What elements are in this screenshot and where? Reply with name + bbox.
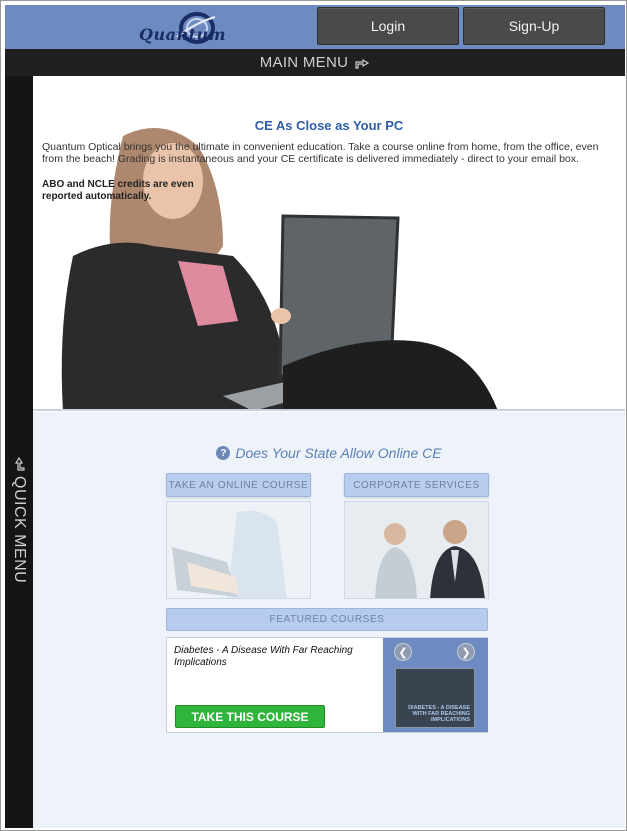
hand-pointer-icon: [355, 58, 370, 69]
tablet-photo: [167, 502, 310, 598]
chevron-right-icon[interactable]: ❯: [457, 643, 475, 661]
hero-body-text: Quantum Optical brings you the ultimate …: [42, 141, 599, 165]
quick-menu-toggle[interactable]: QUICK MENU: [9, 456, 29, 586]
quantum-logo[interactable]: Quantum: [135, 11, 227, 45]
chevron-left-icon[interactable]: ❮: [394, 643, 412, 661]
corporate-services-button[interactable]: CORPORATE SERVICES: [344, 473, 489, 497]
hero-title: CE As Close as Your PC: [254, 118, 404, 133]
state-allow-link[interactable]: ? Does Your State Allow Online CE: [33, 445, 625, 461]
page: Quantum Login Sign-Up MAIN MENU QUICK ME…: [0, 0, 627, 831]
corporate-services-image[interactable]: [344, 501, 489, 599]
signup-button[interactable]: Sign-Up: [463, 7, 605, 45]
featured-course-title[interactable]: Diabetes - A Disease With Far Reaching I…: [174, 645, 374, 669]
hero-credits-note: ABO and NCLE credits are even reported a…: [42, 179, 194, 202]
course-thumbnail-text: DIABETES - A DISEASE WITH FAR REACHING I…: [408, 705, 470, 723]
login-button[interactable]: Login: [317, 7, 459, 45]
featured-courses-header: FEATURED COURSES: [166, 608, 488, 631]
featured-carousel: ❮ ❯ DIABETES - A DISEASE WITH FAR REACHI…: [383, 638, 488, 732]
site-header: Quantum Login Sign-Up: [5, 5, 625, 49]
take-this-course-button[interactable]: TAKE THIS COURSE: [175, 705, 325, 728]
content-area: ? Does Your State Allow Online CE TAKE A…: [33, 412, 625, 828]
hero-banner: CE As Close as Your PC Quantum Optical b…: [33, 76, 625, 411]
logo-text: Quantum: [139, 25, 227, 44]
main-menu-toggle[interactable]: MAIN MENU: [5, 49, 625, 76]
course-thumbnail[interactable]: DIABETES - A DISEASE WITH FAR REACHING I…: [395, 668, 475, 728]
take-online-course-button[interactable]: TAKE AN ONLINE COURSE: [166, 473, 311, 497]
main-menu-label: MAIN MENU: [259, 54, 349, 71]
question-circle-icon: ?: [216, 446, 231, 460]
featured-course-card: Diabetes - A Disease With Far Reaching I…: [166, 637, 488, 733]
business-people-photo: [345, 502, 488, 598]
state-allow-label: Does Your State Allow Online CE: [235, 445, 442, 461]
online-course-image[interactable]: [166, 501, 311, 599]
quick-menu-bar[interactable]: QUICK MENU: [5, 76, 33, 828]
quick-menu-label: QUICK MENU: [11, 476, 28, 584]
hand-pointer-icon: [14, 456, 25, 471]
